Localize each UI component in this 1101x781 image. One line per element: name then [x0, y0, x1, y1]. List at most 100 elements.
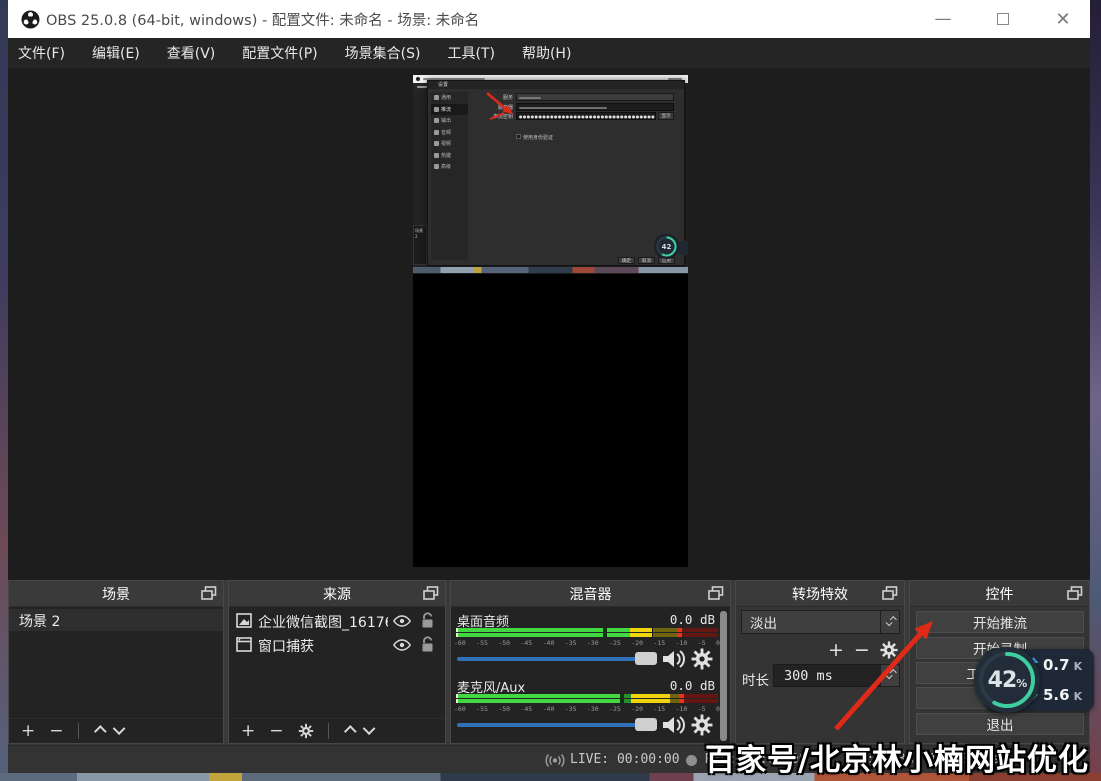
- window-source-icon: [236, 637, 252, 652]
- source-name: 窗口捕获: [258, 636, 388, 656]
- live-timer: LIVE: 00:00:00: [570, 752, 680, 767]
- visibility-eye-icon[interactable]: [392, 638, 412, 652]
- remove-source-button[interactable]: −: [269, 723, 283, 740]
- mixer-header: 混音器: [451, 581, 730, 606]
- visibility-eye-icon[interactable]: [392, 614, 412, 628]
- popout-icon[interactable]: [201, 586, 217, 601]
- sources-list: 企业微信截图_16176 窗口捕获: [229, 606, 445, 743]
- channel-settings-gear-icon[interactable]: [691, 648, 713, 670]
- sources-title: 来源: [323, 584, 351, 604]
- start-streaming-button[interactable]: 开始推流: [916, 611, 1084, 633]
- move-scene-down-button[interactable]: [112, 722, 125, 735]
- mini-settings-sidebar: 通用推流输出音频视频热键高级: [431, 92, 468, 260]
- add-scene-button[interactable]: +: [21, 723, 35, 740]
- sources-toolbar: + −: [229, 718, 445, 743]
- menu-item[interactable]: 配置文件(P): [242, 43, 317, 63]
- mixer-body: 桌面音频 0.0 dB -60-55-50-45-40-35-30-25-20-…: [451, 606, 730, 743]
- watermark-text: 百家号/北京林小楠网站优化: [705, 735, 1089, 779]
- mini-speed-panel: [678, 241, 688, 255]
- unlock-icon[interactable]: [420, 612, 435, 629]
- mixer-scrollbar[interactable]: [720, 611, 727, 741]
- transition-select[interactable]: 淡出: [741, 610, 881, 634]
- volume-slider-knob[interactable]: [635, 718, 657, 731]
- volume-slider[interactable]: [457, 657, 655, 661]
- sources-panel: 来源 企业微信截图_16176: [228, 580, 446, 744]
- source-row-window-capture[interactable]: 窗口捕获: [229, 633, 445, 656]
- mini-obs-logo-icon: [416, 77, 420, 81]
- menu-item[interactable]: 编辑(E): [92, 43, 140, 63]
- mini-cancel-button: 取消: [638, 257, 655, 264]
- menu-item[interactable]: 查看(V): [167, 43, 216, 63]
- transition-select-spinner[interactable]: [880, 610, 900, 634]
- mini-sidebar-item: 推流: [431, 104, 468, 116]
- speed-widget-percent-badge[interactable]: 42%: [974, 647, 1040, 713]
- add-source-button[interactable]: +: [241, 723, 255, 740]
- menu-item[interactable]: 帮助(H): [522, 43, 571, 63]
- move-source-down-button[interactable]: [362, 722, 375, 735]
- maximize-button[interactable]: [980, 0, 1026, 38]
- window-capture-source-black: [413, 274, 688, 567]
- mini-sidebar-icon: [434, 130, 439, 135]
- mini-scenes-dock: 场景2: [413, 225, 427, 265]
- close-button[interactable]: ✕: [1040, 0, 1086, 38]
- window-titlebar: OBS 25.0.8 (64-bit, windows) - 配置文件: 未命名…: [8, 0, 1090, 38]
- mini-server-field: [516, 103, 674, 111]
- source-row-image[interactable]: 企业微信截图_16176: [229, 609, 445, 632]
- transition-properties-gear-icon[interactable]: [880, 641, 898, 659]
- popout-icon[interactable]: [1067, 586, 1083, 601]
- scenes-toolbar: + −: [9, 718, 223, 743]
- volume-meter: [456, 628, 718, 632]
- move-scene-up-button[interactable]: [93, 725, 106, 738]
- mini-sidebar-icon: [434, 153, 439, 158]
- transitions-header: 转场特效: [736, 581, 904, 606]
- duration-spinner[interactable]: [880, 664, 900, 687]
- volume-meter: [456, 694, 718, 698]
- move-source-up-button[interactable]: [343, 725, 356, 738]
- controls-title: 控件: [986, 584, 1014, 604]
- scene-item[interactable]: 场景 2: [9, 609, 223, 631]
- add-transition-button[interactable]: +: [828, 639, 844, 661]
- volume-meter: [456, 633, 718, 637]
- remove-transition-button[interactable]: −: [854, 639, 870, 661]
- live-broadcast-icon: [545, 753, 565, 768]
- popout-icon[interactable]: [882, 586, 898, 601]
- volume-slider-knob[interactable]: [635, 652, 657, 665]
- mixer-panel: 混音器 桌面音频 0.0 dB -60-55-50-45-40-35-30-25…: [450, 580, 731, 744]
- menu-item[interactable]: 工具(T): [447, 43, 494, 63]
- menu-item[interactable]: 文件(F): [18, 43, 65, 63]
- minimize-button[interactable]: —: [920, 0, 966, 38]
- transitions-title: 转场特效: [792, 584, 848, 604]
- mini-speed-badge: 42: [654, 234, 679, 259]
- mini-sidebar-item: 视频: [431, 138, 468, 150]
- mini-sidebar-icon: [434, 141, 439, 146]
- rec-dot-icon: [686, 755, 697, 766]
- transition-toolbar: + −: [828, 639, 898, 661]
- volume-meter: [456, 699, 718, 703]
- popout-icon[interactable]: [423, 586, 439, 601]
- duration-label: 时长: [742, 669, 769, 689]
- volume-slider[interactable]: [457, 723, 655, 727]
- mini-sidebar-item: 高级: [431, 161, 468, 173]
- duration-field[interactable]: 300 ms: [773, 664, 881, 687]
- window-title: OBS 25.0.8 (64-bit, windows) - 配置文件: 未命名…: [46, 9, 479, 30]
- mini-streamkey-label: 串流密钥: [473, 113, 513, 120]
- mini-sidebar-icon: [434, 164, 439, 169]
- menu-item[interactable]: 场景集合(S): [345, 43, 421, 63]
- remove-scene-button[interactable]: −: [49, 723, 63, 740]
- image-source-screenshot: 场景2 设置 通用推流输出音频视频热键高级 服务 服务器 串流密钥 ●●●●●●…: [413, 75, 688, 273]
- channel-settings-gear-icon[interactable]: [691, 714, 713, 736]
- mini-service-label: 服务: [483, 94, 513, 101]
- obs-logo-icon: [21, 10, 40, 29]
- sources-header: 来源: [229, 581, 445, 606]
- speaker-icon[interactable]: [661, 648, 687, 670]
- channel-db: 0.0 dB: [631, 678, 715, 693]
- mini-show-button: 显示: [658, 112, 674, 120]
- speaker-icon[interactable]: [661, 714, 687, 736]
- exit-button[interactable]: 退出: [916, 713, 1084, 735]
- source-name: 企业微信截图_16176: [258, 612, 388, 632]
- popout-icon[interactable]: [708, 586, 724, 601]
- source-properties-gear-icon[interactable]: [298, 723, 314, 739]
- mini-sidebar-item: 音频: [431, 127, 468, 139]
- unlock-icon[interactable]: [420, 636, 435, 653]
- mini-sidebar-icon: [434, 95, 439, 100]
